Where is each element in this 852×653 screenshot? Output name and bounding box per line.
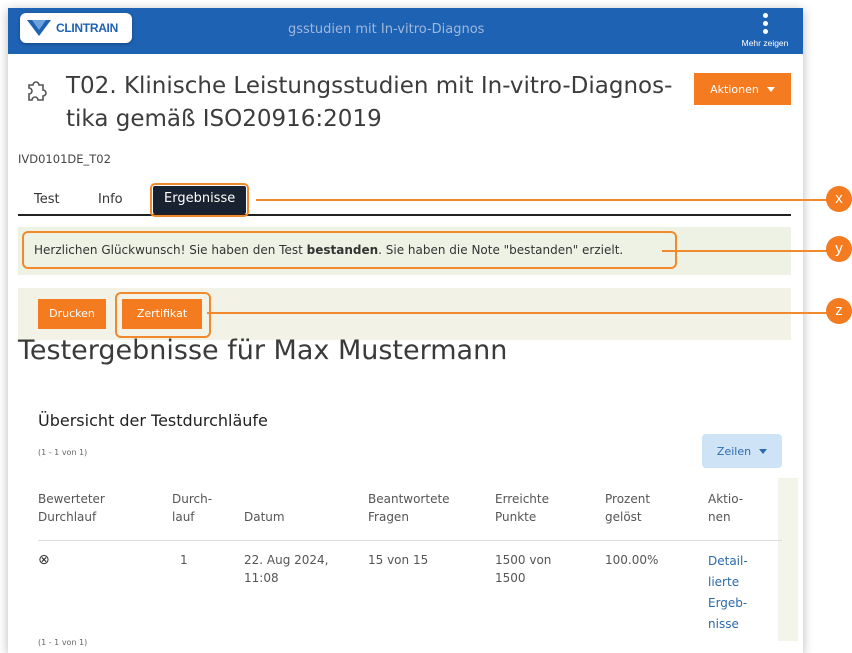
more-menu-button[interactable]: Mehr zeigen [735, 12, 795, 48]
cell-answered: 15 von 15 [368, 553, 429, 567]
tab-info[interactable]: Info [98, 192, 123, 207]
cell-percent: 100.00% [605, 553, 659, 567]
more-vertical-icon [735, 13, 795, 34]
column-header-answered: Beantwortete Fragen [368, 492, 450, 524]
caret-down-icon [766, 86, 775, 92]
column-header-date: Datum [244, 510, 285, 524]
button-bar: Drucken Zertifikat [18, 288, 791, 340]
tab-ergebnisse[interactable]: Ergebnisse [149, 183, 250, 217]
topbar-title: gsstudien mit In-vitro-Diagnos [288, 22, 485, 37]
callout-y: y [826, 236, 852, 262]
top-bar: CLINTRAIN gsstudien mit In-vitro-Diagnos… [8, 8, 803, 54]
actions-column-shade [778, 478, 798, 641]
tab-bar: Test Info Ergebnisse [18, 183, 791, 217]
callout-x: x [826, 186, 852, 212]
certificate-button[interactable]: Zertifikat [122, 299, 202, 329]
callout-line-y [662, 250, 830, 252]
success-status: bestanden [306, 243, 379, 257]
tab-test[interactable]: Test [34, 192, 60, 207]
callout-z: z [826, 298, 852, 324]
success-message: Herzlichen Glückwunsch! Sie haben den Te… [22, 231, 677, 269]
column-header-actions: Aktio- nen [708, 492, 744, 524]
range-indicator-top: (1 - 1 von 1) [38, 448, 88, 457]
column-header-rated-run: Bewerteter Durchlauf [38, 492, 105, 524]
cell-run: 1 [180, 553, 188, 567]
runs-overview-heading: Übersicht der Testdurchläufe [38, 411, 268, 430]
logo-triangle-icon [27, 20, 51, 36]
caret-down-icon [759, 448, 768, 454]
print-button[interactable]: Drucken [38, 299, 106, 329]
detailed-results-link[interactable]: Detail- lierte Ergeb- nisse [708, 551, 754, 635]
puzzle-icon [28, 81, 47, 101]
callout-line-z [207, 312, 830, 314]
app-window: CLINTRAIN gsstudien mit In-vitro-Diagnos… [8, 8, 803, 653]
rows-dropdown-button[interactable]: Zeilen [702, 434, 782, 468]
callout-line-x [256, 199, 830, 201]
column-header-run: Durch- lauf [172, 492, 213, 524]
column-header-percent: Prozent gelöst [605, 492, 651, 524]
table-header-divider [38, 540, 782, 541]
page-title: T02. Klinische Leistungsstudien mit In-v… [66, 73, 673, 132]
cell-date: 22. Aug 2024, 11:08 [244, 553, 329, 585]
column-header-points: Erreichte Punkte [495, 492, 549, 524]
results-heading: Testergebnisse für Max Mustermann [18, 335, 508, 366]
rows-label: Zeilen [716, 444, 752, 458]
clintrain-logo[interactable]: CLINTRAIN [20, 13, 132, 43]
actions-dropdown-button[interactable]: Aktionen [694, 73, 791, 105]
actions-label: Aktionen [710, 82, 759, 96]
cell-points: 1500 von 1500 [495, 553, 552, 585]
rated-run-icon: ⊗ [38, 552, 50, 568]
logo-text: CLINTRAIN [56, 21, 118, 35]
course-id: IVD0101DE_T02 [18, 152, 111, 166]
more-label: Mehr zeigen [741, 38, 789, 48]
range-indicator-bottom: (1 - 1 von 1) [38, 638, 88, 647]
